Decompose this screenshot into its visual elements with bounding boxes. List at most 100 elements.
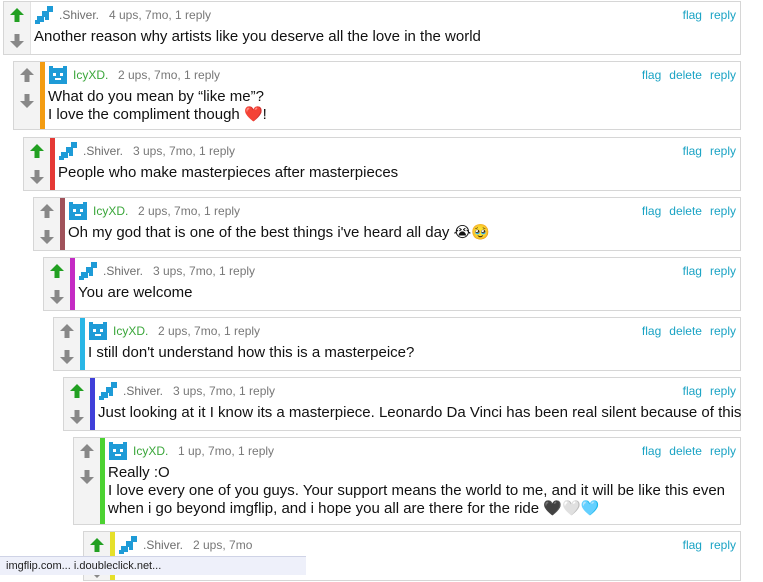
comment-text-line: Just looking at it I know its a masterpi… <box>98 404 742 421</box>
comment-actions: flag reply <box>675 8 736 22</box>
flag-link[interactable]: flag <box>683 8 702 22</box>
downvote-arrow-icon[interactable] <box>66 406 88 428</box>
comment-actions: flag reply <box>675 264 736 278</box>
username-link[interactable]: .Shiver. <box>83 144 123 158</box>
upvote-arrow-icon[interactable] <box>36 200 58 222</box>
comment-text: Another reason why artists like you dese… <box>34 28 730 46</box>
reply-link[interactable]: reply <box>710 264 736 278</box>
downvote-arrow-icon[interactable] <box>16 90 38 112</box>
delete-link[interactable]: delete <box>669 444 702 458</box>
downvote-arrow-icon[interactable] <box>6 30 28 52</box>
shiver-avatar-icon[interactable] <box>58 141 78 161</box>
username-link[interactable]: .Shiver. <box>123 384 163 398</box>
upvote-arrow-icon[interactable] <box>66 380 88 402</box>
username-link[interactable]: .Shiver. <box>103 264 143 278</box>
comment-text-line: I love the compliment though ❤️! <box>48 106 267 123</box>
comment-text: Just looking at it I know its a masterpi… <box>98 404 742 422</box>
downvote-arrow-icon[interactable] <box>26 166 48 188</box>
icyxd-avatar-icon[interactable] <box>108 441 128 461</box>
comment: .Shiver. 3 ups, 7mo, 1 reply flag reply Just… <box>63 377 741 431</box>
upvote-arrow-icon[interactable] <box>16 64 38 86</box>
vote-column <box>44 258 71 310</box>
vote-column <box>54 318 81 370</box>
shiver-avatar-icon[interactable] <box>118 535 138 555</box>
thread-depth-stripe <box>70 258 75 310</box>
flag-link[interactable]: flag <box>683 264 702 278</box>
upvote-arrow-icon[interactable] <box>46 260 68 282</box>
thread-depth-stripe <box>90 378 95 430</box>
shiver-avatar-icon[interactable] <box>34 5 54 25</box>
vote-column <box>74 438 101 524</box>
flag-link[interactable]: flag <box>642 444 661 458</box>
downvote-arrow-icon[interactable] <box>76 466 98 488</box>
shiver-avatar-icon[interactable] <box>78 261 98 281</box>
comment-stats: 3 ups, 7mo, 1 reply <box>133 144 236 158</box>
comment-text-line: Oh my god that is one of the best things… <box>68 224 490 241</box>
thread-depth-stripe <box>100 438 105 524</box>
flag-link[interactable]: flag <box>683 538 702 552</box>
upvote-arrow-icon[interactable] <box>56 320 78 342</box>
icyxd-avatar-icon[interactable] <box>48 65 68 85</box>
comment-stats: 3 ups, 7mo, 1 reply <box>173 384 276 398</box>
flag-link[interactable]: flag <box>642 204 661 218</box>
comment-stats: 2 ups, 7mo <box>193 538 253 552</box>
username-link[interactable]: IcyXD. <box>93 204 128 218</box>
comment-stats: 4 ups, 7mo, 1 reply <box>109 8 212 22</box>
username-link[interactable]: IcyXD. <box>73 68 108 82</box>
flag-link[interactable]: flag <box>683 144 702 158</box>
upvote-arrow-icon[interactable] <box>76 440 98 462</box>
comment: IcyXD. 2 ups, 7mo, 1 reply flag delete reply… <box>53 317 741 371</box>
comment-stats: 3 ups, 7mo, 1 reply <box>153 264 256 278</box>
delete-link[interactable]: delete <box>669 204 702 218</box>
reply-link[interactable]: reply <box>710 444 736 458</box>
reply-link[interactable]: reply <box>710 68 736 82</box>
upvote-arrow-icon[interactable] <box>26 140 48 162</box>
vote-column <box>14 62 41 129</box>
comment-actions: flag delete reply <box>634 444 736 458</box>
comment-text-line: I love every one of you guys. Your suppo… <box>108 482 726 499</box>
comment: IcyXD. 2 ups, 7mo, 1 reply flag delete reply… <box>13 61 741 130</box>
thread-depth-stripe <box>50 138 55 190</box>
thread-depth-stripe <box>60 198 65 250</box>
vote-column <box>64 378 91 430</box>
downvote-arrow-icon[interactable] <box>56 346 78 368</box>
delete-link[interactable]: delete <box>669 68 702 82</box>
comment: IcyXD. 2 ups, 7mo, 1 reply flag delete reply… <box>33 197 741 251</box>
shiver-avatar-icon[interactable] <box>98 381 118 401</box>
reply-link[interactable]: reply <box>710 324 736 338</box>
comment-actions: flag reply <box>675 144 736 158</box>
flag-link[interactable]: flag <box>642 68 661 82</box>
comment: IcyXD. 1 up, 7mo, 1 reply flag delete reply R… <box>73 437 741 525</box>
comment-text: People who make masterpieces after maste… <box>58 164 730 182</box>
reply-link[interactable]: reply <box>710 538 736 552</box>
upvote-arrow-icon[interactable] <box>86 534 108 556</box>
flag-link[interactable]: flag <box>683 384 702 398</box>
delete-link[interactable]: delete <box>669 324 702 338</box>
comment-stats: 2 ups, 7mo, 1 reply <box>118 68 221 82</box>
browser-status-bar: imgflip.com... i.doubleclick.net... <box>0 556 306 575</box>
username-link[interactable]: IcyXD. <box>133 444 168 458</box>
reply-link[interactable]: reply <box>710 144 736 158</box>
username-link[interactable]: IcyXD. <box>113 324 148 338</box>
vote-column <box>4 2 31 54</box>
username-link[interactable]: .Shiver. <box>143 538 183 552</box>
comment-text-line: What do you mean by “like me”? <box>48 88 264 105</box>
reply-link[interactable]: reply <box>710 384 736 398</box>
comment-text: Oh my god that is one of the best things… <box>68 224 730 242</box>
downvote-arrow-icon[interactable] <box>36 226 58 248</box>
comment-stats: 2 ups, 7mo, 1 reply <box>138 204 241 218</box>
comment: .Shiver. 4 ups, 7mo, 1 reply flag reply Anot… <box>3 1 741 55</box>
username-link[interactable]: .Shiver. <box>59 8 99 22</box>
flag-link[interactable]: flag <box>642 324 661 338</box>
comment-text: I still don't understand how this is a m… <box>88 344 730 362</box>
icyxd-avatar-icon[interactable] <box>88 321 108 341</box>
reply-link[interactable]: reply <box>710 8 736 22</box>
comment-stats: 2 ups, 7mo, 1 reply <box>158 324 261 338</box>
upvote-arrow-icon[interactable] <box>6 4 28 26</box>
downvote-arrow-icon[interactable] <box>46 286 68 308</box>
comment-text-line: Another reason why artists like you dese… <box>34 28 481 45</box>
comment: .Shiver. 3 ups, 7mo, 1 reply flag reply You … <box>43 257 741 311</box>
comment-text: What do you mean by “like me”? I love the… <box>48 88 730 124</box>
reply-link[interactable]: reply <box>710 204 736 218</box>
icyxd-avatar-icon[interactable] <box>68 201 88 221</box>
